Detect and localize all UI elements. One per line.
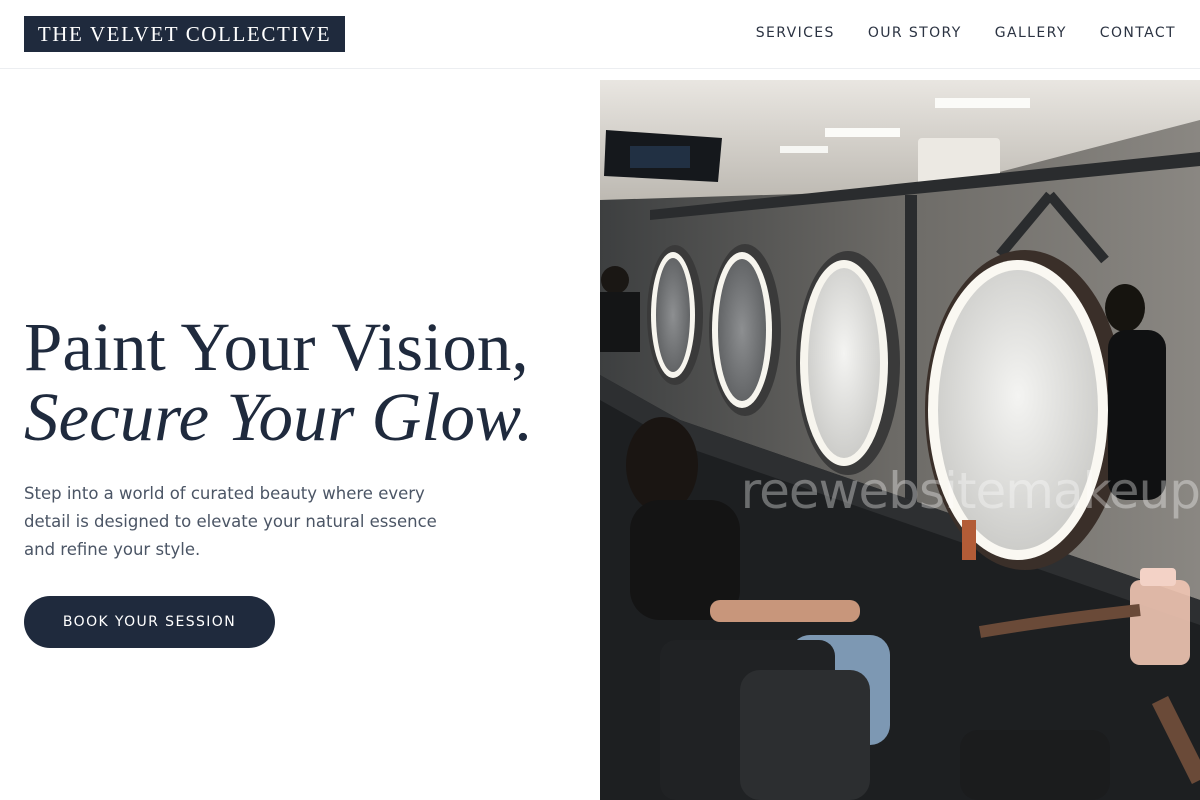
hero-subtitle: Step into a world of curated beauty wher… bbox=[24, 484, 437, 559]
hero-heading-line-1: Paint Your Vision, bbox=[24, 309, 529, 385]
brand-logo[interactable]: THE VELVET COLLECTIVE bbox=[24, 16, 345, 52]
book-session-button[interactable]: BOOK YOUR SESSION bbox=[24, 596, 275, 648]
main-nav: SERVICES OUR STORY GALLERY CONTACT bbox=[723, 24, 1176, 42]
nav-item-contact[interactable]: CONTACT bbox=[1100, 24, 1176, 42]
nav-item-gallery[interactable]: GALLERY bbox=[995, 24, 1067, 42]
nav-item-services[interactable]: SERVICES bbox=[756, 24, 835, 42]
hero-heading-line-2: Secure Your Glow. bbox=[24, 379, 534, 455]
hero-heading: Paint Your Vision, Secure Your Glow. bbox=[24, 312, 594, 452]
nav-item-our-story[interactable]: OUR STORY bbox=[868, 24, 962, 42]
site-header: THE VELVET COLLECTIVE SERVICES OUR STORY… bbox=[0, 0, 1200, 69]
salon-hero-image bbox=[600, 80, 1200, 800]
